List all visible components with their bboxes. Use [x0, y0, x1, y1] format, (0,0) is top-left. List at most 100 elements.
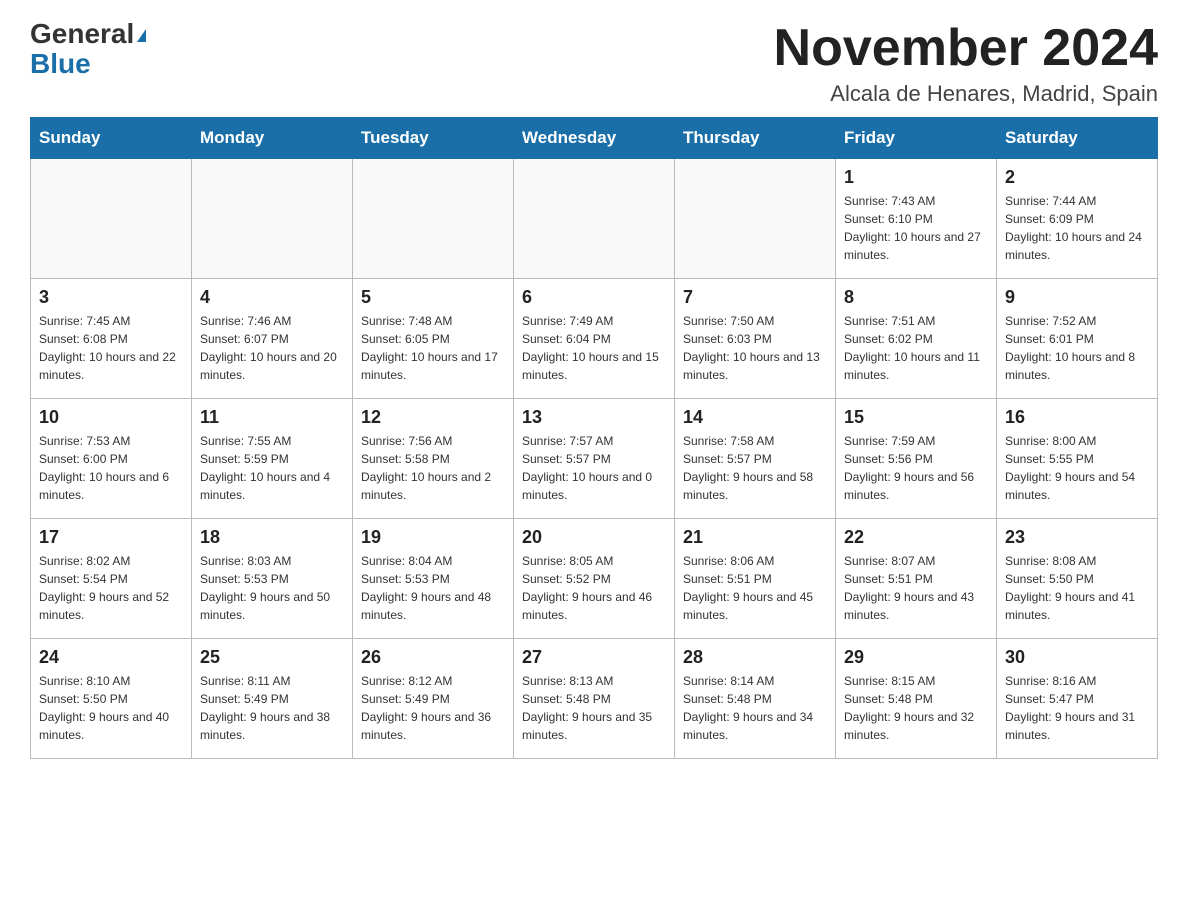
day-info: Sunrise: 7:45 AMSunset: 6:08 PMDaylight:…: [39, 312, 183, 384]
day-info: Sunrise: 8:02 AMSunset: 5:54 PMDaylight:…: [39, 552, 183, 624]
day-info: Sunrise: 8:16 AMSunset: 5:47 PMDaylight:…: [1005, 672, 1149, 744]
day-info: Sunrise: 8:11 AMSunset: 5:49 PMDaylight:…: [200, 672, 344, 744]
calendar-cell: 18 Sunrise: 8:03 AMSunset: 5:53 PMDayligh…: [192, 519, 353, 639]
day-number: 25: [200, 647, 344, 668]
logo-line1: General: [30, 20, 146, 48]
calendar-cell: 27Sunrise: 8:13 AMSunset: 5:48 PMDayligh…: [514, 639, 675, 759]
calendar-cell: 24 Sunrise: 8:10 AMSunset: 5:50 PMDayligh…: [31, 639, 192, 759]
calendar-cell: [353, 159, 514, 279]
day-number: 4: [200, 287, 344, 308]
day-info: Sunrise: 7:48 AMSunset: 6:05 PMDaylight:…: [361, 312, 505, 384]
calendar-cell: 4 Sunrise: 7:46 AMSunset: 6:07 PMDaylight…: [192, 279, 353, 399]
day-info: Sunrise: 8:06 AMSunset: 5:51 PMDaylight:…: [683, 552, 827, 624]
day-number: 13: [522, 407, 666, 428]
day-number: 29: [844, 647, 988, 668]
day-number: 11: [200, 407, 344, 428]
calendar-cell: 16 Sunrise: 8:00 AMSunset: 5:55 PMDayligh…: [997, 399, 1158, 519]
calendar-cell: 12Sunrise: 7:56 AMSunset: 5:58 PMDayligh…: [353, 399, 514, 519]
day-info: Sunrise: 7:53 AMSunset: 6:00 PMDaylight:…: [39, 432, 183, 504]
calendar-cell: 1 Sunrise: 7:43 AMSunset: 6:10 PMDaylight…: [836, 159, 997, 279]
day-info: Sunrise: 8:10 AMSunset: 5:50 PMDaylight:…: [39, 672, 183, 744]
calendar-week-row: 10 Sunrise: 7:53 AMSunset: 6:00 PMDayligh…: [31, 399, 1158, 519]
day-info: Sunrise: 8:05 AMSunset: 5:52 PMDaylight:…: [522, 552, 666, 624]
calendar-cell: 23Sunrise: 8:08 AMSunset: 5:50 PMDayligh…: [997, 519, 1158, 639]
day-info: Sunrise: 8:00 AMSunset: 5:55 PMDaylight:…: [1005, 432, 1149, 504]
day-number: 26: [361, 647, 505, 668]
weekday-header-friday: Friday: [836, 118, 997, 159]
day-info: Sunrise: 7:49 AMSunset: 6:04 PMDaylight:…: [522, 312, 666, 384]
weekday-header-monday: Monday: [192, 118, 353, 159]
day-info: Sunrise: 7:58 AMSunset: 5:57 PMDaylight:…: [683, 432, 827, 504]
day-number: 20: [522, 527, 666, 548]
day-info: Sunrise: 8:03 AMSunset: 5:53 PMDaylight:…: [200, 552, 344, 624]
day-info: Sunrise: 7:56 AMSunset: 5:58 PMDaylight:…: [361, 432, 505, 504]
day-number: 9: [1005, 287, 1149, 308]
day-number: 15: [844, 407, 988, 428]
calendar-cell: 3 Sunrise: 7:45 AMSunset: 6:08 PMDaylight…: [31, 279, 192, 399]
calendar-cell: 6 Sunrise: 7:49 AMSunset: 6:04 PMDaylight…: [514, 279, 675, 399]
calendar-cell: 11Sunrise: 7:55 AMSunset: 5:59 PMDayligh…: [192, 399, 353, 519]
day-number: 8: [844, 287, 988, 308]
day-info: Sunrise: 7:46 AMSunset: 6:07 PMDaylight:…: [200, 312, 344, 384]
calendar-cell: 17 Sunrise: 8:02 AMSunset: 5:54 PMDayligh…: [31, 519, 192, 639]
calendar-cell: 15 Sunrise: 7:59 AMSunset: 5:56 PMDayligh…: [836, 399, 997, 519]
day-number: 5: [361, 287, 505, 308]
day-number: 17: [39, 527, 183, 548]
day-info: Sunrise: 7:51 AMSunset: 6:02 PMDaylight:…: [844, 312, 988, 384]
calendar-cell: 14 Sunrise: 7:58 AMSunset: 5:57 PMDayligh…: [675, 399, 836, 519]
day-info: Sunrise: 8:12 AMSunset: 5:49 PMDaylight:…: [361, 672, 505, 744]
calendar-cell: [514, 159, 675, 279]
day-number: 27: [522, 647, 666, 668]
weekday-header-wednesday: Wednesday: [514, 118, 675, 159]
day-number: 16: [1005, 407, 1149, 428]
calendar-cell: [31, 159, 192, 279]
day-number: 7: [683, 287, 827, 308]
day-info: Sunrise: 7:50 AMSunset: 6:03 PMDaylight:…: [683, 312, 827, 384]
day-number: 24: [39, 647, 183, 668]
calendar-cell: [675, 159, 836, 279]
day-number: 28: [683, 647, 827, 668]
calendar-cell: 26 Sunrise: 8:12 AMSunset: 5:49 PMDayligh…: [353, 639, 514, 759]
day-number: 30: [1005, 647, 1149, 668]
day-info: Sunrise: 8:14 AMSunset: 5:48 PMDaylight:…: [683, 672, 827, 744]
day-info: Sunrise: 7:43 AMSunset: 6:10 PMDaylight:…: [844, 192, 988, 264]
calendar-cell: 29 Sunrise: 8:15 AMSunset: 5:48 PMDayligh…: [836, 639, 997, 759]
day-info: Sunrise: 7:59 AMSunset: 5:56 PMDaylight:…: [844, 432, 988, 504]
page-subtitle: Alcala de Henares, Madrid, Spain: [774, 81, 1158, 107]
day-number: 19: [361, 527, 505, 548]
day-number: 6: [522, 287, 666, 308]
calendar-cell: 19Sunrise: 8:04 AMSunset: 5:53 PMDayligh…: [353, 519, 514, 639]
calendar-table: SundayMondayTuesdayWednesdayThursdayFrid…: [30, 117, 1158, 759]
day-info: Sunrise: 7:57 AMSunset: 5:57 PMDaylight:…: [522, 432, 666, 504]
day-info: Sunrise: 8:07 AMSunset: 5:51 PMDaylight:…: [844, 552, 988, 624]
day-number: 21: [683, 527, 827, 548]
day-info: Sunrise: 7:44 AMSunset: 6:09 PMDaylight:…: [1005, 192, 1149, 264]
day-number: 14: [683, 407, 827, 428]
page-title: November 2024: [774, 20, 1158, 77]
title-block: November 2024 Alcala de Henares, Madrid,…: [774, 20, 1158, 107]
weekday-header-tuesday: Tuesday: [353, 118, 514, 159]
day-number: 3: [39, 287, 183, 308]
calendar-cell: 30 Sunrise: 8:16 AMSunset: 5:47 PMDayligh…: [997, 639, 1158, 759]
calendar-week-row: 17 Sunrise: 8:02 AMSunset: 5:54 PMDayligh…: [31, 519, 1158, 639]
calendar-cell: 7 Sunrise: 7:50 AMSunset: 6:03 PMDaylight…: [675, 279, 836, 399]
weekday-header-row: SundayMondayTuesdayWednesdayThursdayFrid…: [31, 118, 1158, 159]
page-header: General Blue November 2024 Alcala de Hen…: [30, 20, 1158, 107]
calendar-cell: 10 Sunrise: 7:53 AMSunset: 6:00 PMDayligh…: [31, 399, 192, 519]
weekday-header-sunday: Sunday: [31, 118, 192, 159]
calendar-cell: 21 Sunrise: 8:06 AMSunset: 5:51 PMDayligh…: [675, 519, 836, 639]
calendar-cell: 5 Sunrise: 7:48 AMSunset: 6:05 PMDaylight…: [353, 279, 514, 399]
day-number: 23: [1005, 527, 1149, 548]
day-number: 1: [844, 167, 988, 188]
logo-line2: Blue: [30, 48, 91, 80]
calendar-cell: 20 Sunrise: 8:05 AMSunset: 5:52 PMDayligh…: [514, 519, 675, 639]
day-info: Sunrise: 7:52 AMSunset: 6:01 PMDaylight:…: [1005, 312, 1149, 384]
weekday-header-saturday: Saturday: [997, 118, 1158, 159]
calendar-week-row: 3 Sunrise: 7:45 AMSunset: 6:08 PMDaylight…: [31, 279, 1158, 399]
day-number: 18: [200, 527, 344, 548]
day-number: 10: [39, 407, 183, 428]
day-info: Sunrise: 8:15 AMSunset: 5:48 PMDaylight:…: [844, 672, 988, 744]
calendar-week-row: 1 Sunrise: 7:43 AMSunset: 6:10 PMDaylight…: [31, 159, 1158, 279]
calendar-cell: 28 Sunrise: 8:14 AMSunset: 5:48 PMDayligh…: [675, 639, 836, 759]
weekday-header-thursday: Thursday: [675, 118, 836, 159]
